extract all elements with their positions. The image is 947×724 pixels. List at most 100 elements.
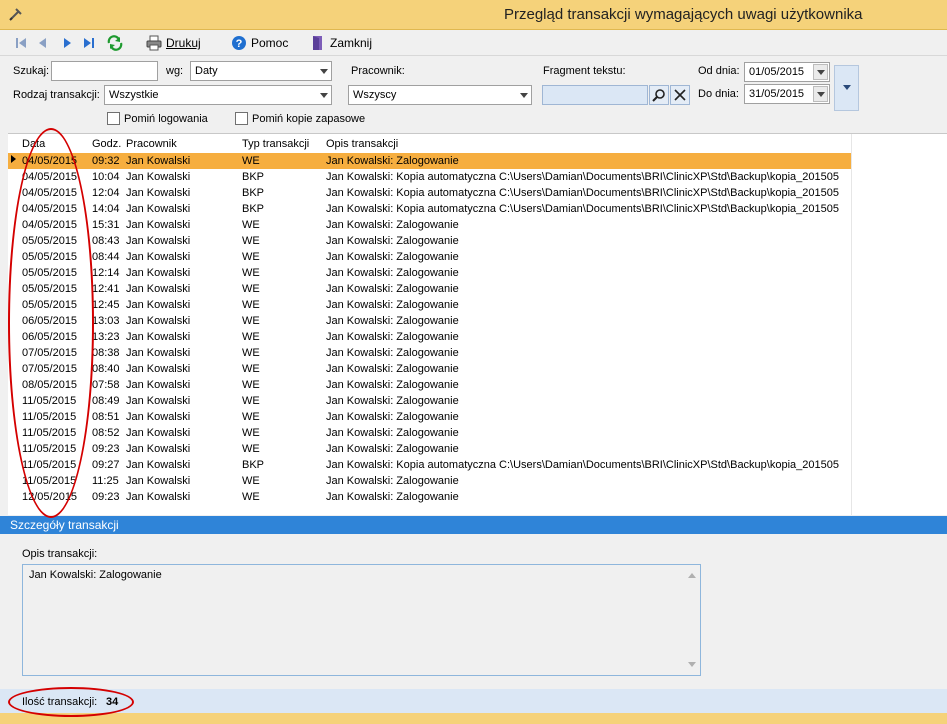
- cell-description: Jan Kowalski: Zalogowanie: [326, 251, 459, 263]
- search-text-button[interactable]: [649, 85, 669, 105]
- column-header-type[interactable]: Typ transakcji: [242, 138, 309, 150]
- text-fragment-input[interactable]: [542, 85, 648, 105]
- to-date-picker[interactable]: 31/05/2015: [744, 84, 830, 104]
- cell-employee: Jan Kowalski: [126, 379, 191, 391]
- table-row[interactable]: 04/05/2015 15:31 Jan Kowalski WE Jan Kowalsk…: [8, 217, 851, 233]
- table-row[interactable]: 12/05/2015 09:23 Jan Kowalski WE Jan Kowalsk…: [8, 489, 851, 505]
- last-record-button[interactable]: [82, 33, 96, 53]
- cell-time: 08:43: [92, 235, 120, 247]
- cell-time: 08:38: [92, 347, 120, 359]
- column-header-time[interactable]: Godz.: [92, 138, 121, 150]
- scroll-down-icon[interactable]: [688, 662, 696, 667]
- cell-date: 11/05/2015: [22, 475, 77, 487]
- cell-date: 06/05/2015: [22, 315, 78, 327]
- table-row[interactable]: 04/05/2015 09:32 Jan Kowalski WE Jan Kowalsk…: [8, 153, 851, 169]
- table-row[interactable]: 06/05/2015 13:03 Jan Kowalski WE Jan Kowalsk…: [8, 313, 851, 329]
- column-header-employee[interactable]: Pracownik: [126, 138, 177, 150]
- table-row[interactable]: 06/05/2015 13:23 Jan Kowalski WE Jan Kowalsk…: [8, 329, 851, 345]
- table-row[interactable]: 07/05/2015 08:38 Jan Kowalski WE Jan Kowalsk…: [8, 345, 851, 361]
- table-row[interactable]: 05/05/2015 12:41 Jan Kowalski WE Jan Kowalsk…: [8, 281, 851, 297]
- to-date-dropdown-button[interactable]: [813, 86, 828, 102]
- column-header-description[interactable]: Opis transakcji: [326, 138, 398, 150]
- transaction-type-value: Wszystkie: [109, 89, 159, 101]
- cell-employee: Jan Kowalski: [126, 395, 191, 407]
- help-button[interactable]: ? Pomoc: [231, 33, 288, 53]
- chevron-down-icon: [817, 92, 825, 97]
- cell-date: 11/05/2015: [22, 395, 77, 407]
- transaction-count-value: 34: [106, 696, 119, 708]
- transaction-type-select[interactable]: Wszystkie: [104, 85, 332, 105]
- cell-date: 08/05/2015: [22, 379, 78, 391]
- scroll-up-icon[interactable]: [688, 573, 696, 578]
- first-record-icon: [16, 38, 26, 48]
- from-date-picker[interactable]: 01/05/2015: [744, 62, 830, 82]
- window-title: Przegląd transakcji wymagających uwagi u…: [504, 6, 863, 23]
- clear-text-button[interactable]: [670, 85, 690, 105]
- table-row[interactable]: 05/05/2015 12:14 Jan Kowalski WE Jan Kowalsk…: [8, 265, 851, 281]
- cell-time: 09:27: [92, 459, 120, 471]
- table-row[interactable]: 07/05/2015 08:40 Jan Kowalski WE Jan Kowalsk…: [8, 361, 851, 377]
- cell-description: Jan Kowalski: Zalogowanie: [326, 315, 459, 327]
- table-row[interactable]: 04/05/2015 12:04 Jan Kowalski BKP Jan Kowals…: [8, 185, 851, 201]
- next-record-button[interactable]: [60, 33, 74, 53]
- cell-description: Jan Kowalski: Zalogowanie: [326, 475, 459, 487]
- table-row[interactable]: 05/05/2015 08:44 Jan Kowalski WE Jan Kowalsk…: [8, 249, 851, 265]
- cell-employee: Jan Kowalski: [126, 187, 191, 199]
- cell-description: Jan Kowalski: Kopia automatyczna C:\User…: [326, 187, 839, 199]
- cell-description: Jan Kowalski: Kopia automatyczna C:\User…: [326, 203, 839, 215]
- table-row[interactable]: 11/05/2015 08:49 Jan Kowalski WE Jan Kowalsk…: [8, 393, 851, 409]
- refresh-button[interactable]: [106, 33, 124, 53]
- search-icon: [652, 89, 665, 102]
- cell-date: 04/05/2015: [22, 187, 78, 199]
- transactions-grid[interactable]: Data Godz. Pracownik Typ transakcji Opis…: [8, 133, 947, 515]
- table-row[interactable]: 05/05/2015 12:45 Jan Kowalski WE Jan Kowalsk…: [8, 297, 851, 313]
- table-row[interactable]: 08/05/2015 07:58 Jan Kowalski WE Jan Kowalsk…: [8, 377, 851, 393]
- cell-employee: Jan Kowalski: [126, 283, 191, 295]
- transaction-type-label: Rodzaj transakcji:: [13, 89, 100, 101]
- from-date-label: Od dnia:: [698, 65, 740, 77]
- search-input[interactable]: [51, 61, 158, 81]
- close-label: Zamknij: [330, 36, 373, 50]
- table-row[interactable]: 11/05/2015 08:51 Jan Kowalski WE Jan Kowalsk…: [8, 409, 851, 425]
- skip-backups-checkbox[interactable]: Pomiń kopie zapasowe: [235, 112, 365, 125]
- table-row[interactable]: 04/05/2015 14:04 Jan Kowalski BKP Jan Kowals…: [8, 201, 851, 217]
- from-date-dropdown-button[interactable]: [813, 64, 828, 80]
- table-row[interactable]: 04/05/2015 10:04 Jan Kowalski BKP Jan Kowals…: [8, 169, 851, 185]
- description-textarea[interactable]: Jan Kowalski: Zalogowanie: [22, 564, 701, 676]
- search-by-select[interactable]: Daty: [190, 61, 332, 81]
- to-date-label: Do dnia:: [698, 88, 739, 100]
- column-header-date[interactable]: Data: [22, 138, 45, 150]
- employee-value: Wszyscy: [353, 89, 397, 101]
- skip-backups-label: Pomiń kopie zapasowe: [252, 112, 366, 125]
- cell-time: 08:52: [92, 427, 120, 439]
- close-button[interactable]: Zamknij: [310, 33, 372, 53]
- employee-select[interactable]: Wszyscy: [348, 85, 532, 105]
- filter-panel: Szukaj: wg: Daty Pracownik: Wszyscy Frag…: [0, 57, 947, 133]
- cell-type: WE: [242, 299, 260, 311]
- cell-employee: Jan Kowalski: [126, 347, 191, 359]
- expand-filters-button[interactable]: [834, 65, 859, 111]
- cell-time: 14:04: [92, 203, 120, 215]
- table-row[interactable]: 11/05/2015 11:25 Jan Kowalski WE Jan Kowalsk…: [8, 473, 851, 489]
- chevron-down-icon: [843, 85, 851, 90]
- cell-time: 08:51: [92, 411, 120, 423]
- table-row[interactable]: 11/05/2015 08:52 Jan Kowalski WE Jan Kowalsk…: [8, 425, 851, 441]
- print-button[interactable]: Drukuj: [146, 33, 201, 53]
- cell-description: Jan Kowalski: Zalogowanie: [326, 411, 459, 423]
- cell-employee: Jan Kowalski: [126, 475, 191, 487]
- grid-header: Data Godz. Pracownik Typ transakcji Opis…: [8, 134, 851, 152]
- cell-type: WE: [242, 219, 260, 231]
- printer-icon: [146, 35, 162, 51]
- first-record-button[interactable]: [14, 33, 28, 53]
- cell-type: WE: [242, 395, 260, 407]
- table-row[interactable]: 11/05/2015 09:23 Jan Kowalski WE Jan Kowalsk…: [8, 441, 851, 457]
- prev-record-button[interactable]: [36, 33, 50, 53]
- skip-logins-checkbox[interactable]: Pomiń logowania: [107, 112, 208, 125]
- cell-time: 10:04: [92, 171, 120, 183]
- checkbox-box: [107, 112, 120, 125]
- table-row[interactable]: 05/05/2015 08:43 Jan Kowalski WE Jan Kowalsk…: [8, 233, 851, 249]
- app-icon: [9, 8, 22, 21]
- prev-record-icon: [39, 38, 46, 48]
- cell-type: WE: [242, 251, 260, 263]
- table-row[interactable]: 11/05/2015 09:27 Jan Kowalski BKP Jan Kowals…: [8, 457, 851, 473]
